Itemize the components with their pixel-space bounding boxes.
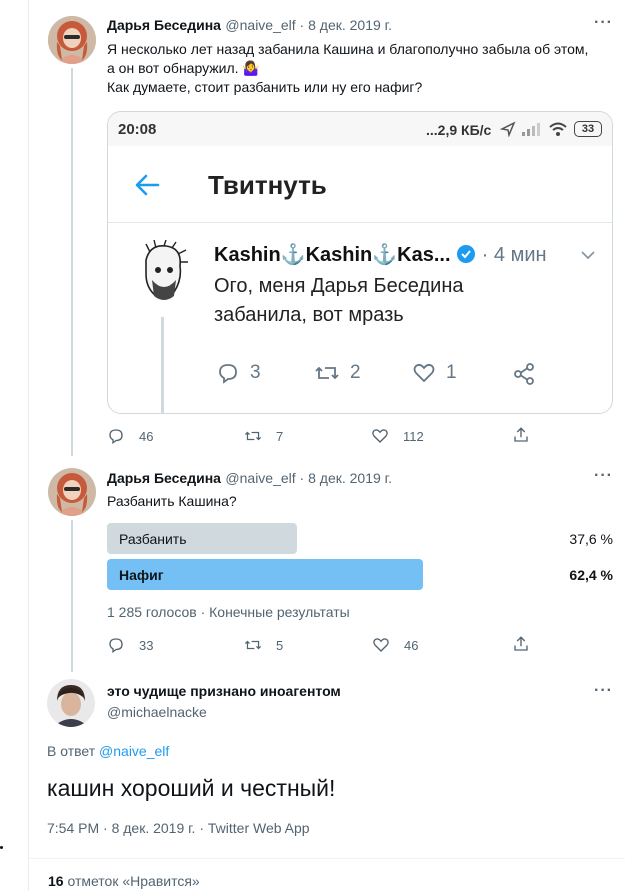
like-button[interactable]: 112 bbox=[371, 427, 424, 445]
tweet-text: кашин хороший и честный! bbox=[47, 775, 336, 801]
inner-reply: 3 bbox=[216, 361, 261, 385]
tweet2-header: Дарья Беседина @naive_elf · 8 дек. 2019 … bbox=[107, 470, 392, 488]
heart-icon bbox=[373, 638, 389, 652]
inner-retweet-icon bbox=[315, 366, 339, 380]
more-icon[interactable]: ··· bbox=[594, 14, 613, 32]
retweet-count: 7 bbox=[276, 428, 284, 444]
like-count: 46 bbox=[404, 637, 419, 653]
reply-count: 33 bbox=[139, 637, 154, 653]
likes-count: 16 bbox=[48, 873, 64, 889]
retweet-count: 5 bbox=[276, 637, 284, 653]
inner-reply-icon bbox=[219, 364, 237, 384]
inner-like-count: 1 bbox=[446, 362, 457, 383]
thread-line bbox=[71, 68, 73, 456]
more-icon[interactable]: ··· bbox=[594, 467, 613, 485]
share-icon bbox=[514, 636, 528, 651]
retweet-button[interactable]: 5 bbox=[244, 636, 283, 654]
like-count: 112 bbox=[403, 428, 424, 444]
tweet-timestamp[interactable]: 7:54 PM · 8 дек. 2019 г. · Twitter Web A… bbox=[47, 820, 310, 836]
timeline-dot bbox=[0, 846, 3, 849]
tweet-text: Разбанить Кашина? bbox=[107, 493, 237, 509]
avatar-photo bbox=[47, 679, 95, 727]
like-button[interactable]: 46 bbox=[372, 636, 418, 654]
inner-text-line: Ого, меня Дарья Беседина bbox=[214, 275, 464, 297]
tweet-text-line: Как думаете, стоит разбанить или ну его … bbox=[107, 79, 423, 95]
inner-time: 4 мин bbox=[493, 244, 547, 266]
reply-prefix: В ответ bbox=[47, 743, 96, 759]
retweet-button[interactable]: 7 bbox=[244, 427, 283, 445]
timeline-border bbox=[28, 0, 29, 891]
battery-icon: 33 bbox=[574, 121, 602, 137]
heart-icon bbox=[372, 429, 388, 443]
handle-date[interactable]: @naive_elf · 8 дек. 2019 г. bbox=[225, 470, 392, 486]
compose-header-title: Твитнуть bbox=[208, 170, 327, 200]
inner-retweet-count: 2 bbox=[350, 362, 361, 383]
inner-share-icon bbox=[514, 363, 534, 385]
avatar[interactable] bbox=[48, 468, 96, 516]
handle-date[interactable]: @naive_elf · 8 дек. 2019 г. bbox=[225, 17, 392, 33]
more-icon[interactable]: ··· bbox=[594, 682, 613, 700]
avatar-photo bbox=[48, 16, 96, 64]
status-speed: ...2,9 КБ/с bbox=[426, 122, 492, 138]
inner-text-line: забанила, вот мразь bbox=[214, 304, 404, 326]
verified-badge-icon bbox=[457, 245, 476, 263]
inner-author: Kashin⚓Kashin⚓Kas... bbox=[214, 244, 451, 266]
poll-option-percent: 62,4 % bbox=[569, 567, 613, 583]
embedded-screenshot[interactable]: 20:08 ...2,9 КБ/с 33 Твитнуть Kashin⚓Kas… bbox=[107, 111, 613, 414]
share-button[interactable] bbox=[512, 635, 530, 653]
likes-summary[interactable]: 16 отметок «Нравится» bbox=[48, 873, 200, 889]
tweet1-header: Дарья Беседина @naive_elf · 8 дек. 2019 … bbox=[107, 17, 392, 35]
thread-line bbox=[71, 520, 73, 672]
author-handle[interactable]: @michaelnacke bbox=[107, 704, 207, 720]
back-arrow-icon bbox=[135, 174, 160, 196]
signal-icon bbox=[522, 123, 540, 136]
tweet-text-line: а он вот обнаружил. 🤷‍♀️ bbox=[107, 60, 260, 76]
reply-context: В ответ @naive_elf bbox=[47, 743, 169, 759]
share-icon bbox=[514, 427, 528, 442]
tweet1-text: Я несколько лет назад забанила Кашина и … bbox=[107, 40, 617, 97]
avatar-photo bbox=[48, 468, 96, 516]
chevron-down-icon bbox=[581, 251, 595, 260]
reply-button[interactable]: 46 bbox=[107, 427, 153, 445]
inner-heart-icon bbox=[413, 363, 435, 383]
author-name[interactable]: это чудище признано иноагентом bbox=[107, 683, 341, 699]
reply-icon bbox=[109, 638, 123, 654]
inner-tweet-text: Ого, меня Дарья Беседина забанила, вот м… bbox=[214, 272, 464, 330]
inner-time-dot: · bbox=[481, 244, 489, 266]
inner-like: 1 bbox=[412, 361, 457, 385]
divider bbox=[28, 858, 625, 859]
avatar[interactable] bbox=[47, 679, 95, 727]
header-divider bbox=[108, 222, 612, 223]
share-button[interactable] bbox=[512, 426, 530, 444]
status-time: 20:08 bbox=[118, 121, 157, 138]
retweet-icon bbox=[244, 431, 262, 441]
sketch-avatar bbox=[136, 239, 190, 314]
reply-icon bbox=[109, 429, 123, 445]
author-name[interactable]: Дарья Беседина bbox=[107, 470, 221, 486]
author-name[interactable]: Дарья Беседина bbox=[107, 17, 221, 33]
wifi-icon bbox=[549, 122, 567, 136]
inner-retweet: 2 bbox=[314, 361, 361, 385]
inner-reply-count: 3 bbox=[250, 362, 261, 383]
poll-option-label: Нафиг bbox=[119, 567, 164, 583]
poll-option-label: Разбанить bbox=[119, 531, 187, 547]
likes-label: отметок «Нравится» bbox=[67, 873, 200, 889]
inner-tweet-header: Kashin⚓Kashin⚓Kas... · 4 мин bbox=[214, 242, 547, 267]
reply-count: 46 bbox=[139, 428, 154, 444]
retweet-icon bbox=[244, 640, 262, 650]
tweet-text-line: Я несколько лет назад забанила Кашина и … bbox=[107, 41, 589, 57]
inner-thread-line bbox=[161, 317, 164, 413]
poll-option-percent: 37,6 % bbox=[569, 531, 613, 547]
reply-to-link[interactable]: @naive_elf bbox=[99, 743, 169, 759]
location-icon bbox=[500, 121, 516, 137]
poll-summary: 1 285 голосов · Конечные результаты bbox=[107, 604, 350, 620]
reply-button[interactable]: 33 bbox=[107, 636, 153, 654]
avatar[interactable] bbox=[48, 16, 96, 64]
